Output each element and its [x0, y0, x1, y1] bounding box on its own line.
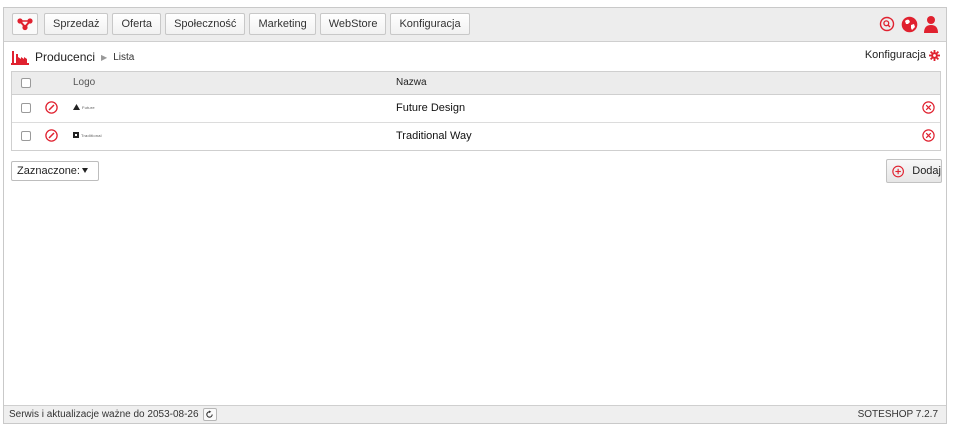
top-right-tools — [878, 14, 940, 34]
delete-icon[interactable] — [922, 129, 935, 145]
breadcrumb: Producenci ▶ Lista — [11, 48, 134, 66]
bulk-action-select[interactable]: Zaznaczone: — [11, 161, 99, 181]
column-header-logo[interactable]: Logo — [73, 77, 95, 88]
producer-logo: Future — [73, 104, 95, 110]
add-button-label: Dodaj — [912, 165, 941, 177]
producer-name[interactable]: Future Design — [396, 102, 465, 114]
breadcrumb-separator-icon: ▶ — [101, 52, 108, 62]
delete-icon[interactable] — [922, 101, 935, 117]
producer-name[interactable]: Traditional Way — [396, 130, 472, 142]
menu-item-konfiguracja[interactable]: Konfiguracja — [390, 13, 470, 35]
menu-item-marketing[interactable]: Marketing — [249, 13, 316, 35]
bulk-action-label: Zaznaczone: — [17, 165, 80, 177]
service-status: Serwis i aktualizacje ważne do 2053-08-2… — [9, 408, 217, 421]
gear-icon — [929, 49, 940, 61]
factory-icon — [11, 50, 29, 65]
version-label: SOTESHOP 7.2.7 — [857, 409, 938, 420]
breadcrumb-current: Lista — [113, 51, 135, 63]
user-icon[interactable] — [922, 14, 940, 34]
traditional-way-logo-icon — [73, 132, 79, 138]
configuration-label: Konfiguracja — [864, 49, 926, 61]
select-all-checkbox[interactable] — [21, 78, 31, 88]
globe-icon[interactable] — [900, 14, 918, 34]
row-checkbox[interactable] — [21, 103, 31, 113]
app-window: Sprzedaż Oferta Społeczność Marketing We… — [3, 7, 947, 424]
future-design-logo-icon — [73, 104, 80, 110]
table-row[interactable]: Future Future Design — [12, 95, 940, 123]
refresh-button[interactable] — [202, 408, 217, 421]
menu-item-webstore[interactable]: WebStore — [319, 13, 387, 35]
producers-table: Logo Nazwa Future Future Design Traditio… — [11, 71, 941, 151]
producer-logo-text: Traditional — [81, 132, 102, 138]
column-header-name[interactable]: Nazwa — [396, 77, 427, 88]
menu-item-sprzedaz[interactable]: Sprzedaż — [44, 13, 109, 35]
menu-item-spolecznosc[interactable]: Społeczność — [165, 13, 246, 35]
edit-icon[interactable] — [45, 129, 58, 145]
page-title[interactable]: Producenci — [35, 50, 95, 64]
table-row[interactable]: Traditional Traditional Way — [12, 123, 940, 150]
status-footer: Serwis i aktualizacje ważne do 2053-08-2… — [4, 405, 946, 423]
top-navigation-bar: Sprzedaż Oferta Społeczność Marketing We… — [4, 8, 946, 42]
plus-circle-icon — [892, 165, 904, 177]
table-header: Logo Nazwa — [12, 72, 940, 95]
menu-item-oferta[interactable]: Oferta — [112, 13, 162, 35]
service-validity-text: Serwis i aktualizacje ważne do 2053-08-2… — [9, 409, 199, 420]
producer-logo: Traditional — [73, 132, 102, 138]
row-checkbox[interactable] — [21, 131, 31, 141]
edit-icon[interactable] — [45, 101, 58, 117]
main-menu: Sprzedaż Oferta Społeczność Marketing We… — [44, 13, 470, 35]
producer-logo-text: Future — [82, 104, 95, 110]
search-icon[interactable] — [878, 14, 896, 34]
soteshop-logo-icon — [17, 18, 33, 31]
chevron-down-icon — [82, 168, 88, 173]
refresh-icon — [206, 410, 213, 418]
add-button[interactable]: Dodaj — [886, 159, 942, 183]
configuration-link[interactable]: Konfiguracja — [865, 49, 940, 61]
home-button[interactable] — [12, 13, 38, 35]
